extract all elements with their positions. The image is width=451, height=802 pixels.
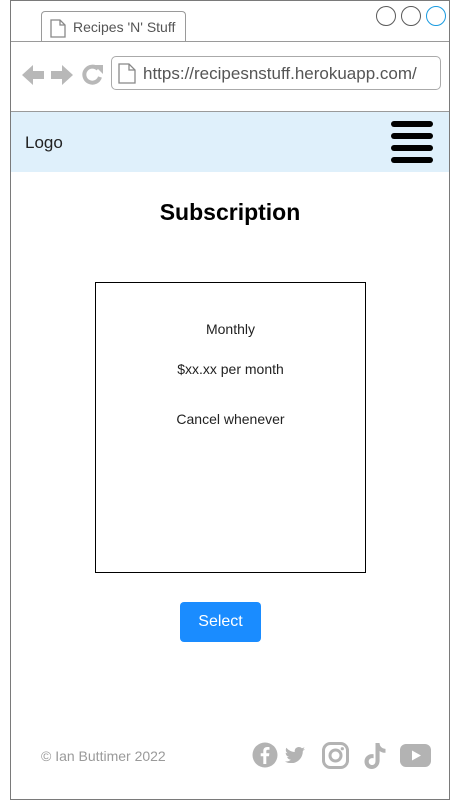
site-header: Logo — [11, 112, 449, 172]
address-bar[interactable]: https://recipesnstuff.herokuapp.com/ — [111, 56, 441, 90]
copyright-text: © Ian Buttimer 2022 — [41, 748, 166, 764]
maximize-window-button[interactable] — [401, 6, 421, 26]
forward-arrow-icon[interactable] — [50, 63, 74, 87]
tiktok-icon[interactable] — [363, 742, 387, 770]
browser-tab[interactable]: Recipes 'N' Stuff — [41, 11, 186, 41]
url-text: https://recipesnstuff.herokuapp.com/ — [143, 64, 417, 83]
subscription-plan-card: Monthly $xx.xx per month Cancel whenever — [95, 282, 366, 573]
minimize-window-button[interactable] — [376, 6, 396, 26]
hamburger-menu-icon[interactable] — [391, 121, 433, 163]
close-window-button[interactable] — [426, 6, 446, 26]
youtube-icon[interactable] — [400, 744, 431, 767]
facebook-icon[interactable] — [252, 742, 278, 768]
tab-bar: Recipes 'N' Stuff — [11, 1, 449, 42]
plan-price: $xx.xx per month — [177, 361, 284, 377]
page-title: Subscription — [159, 199, 301, 225]
plan-note: Cancel whenever — [176, 411, 285, 427]
twitter-icon[interactable] — [285, 747, 305, 763]
page-icon — [118, 63, 136, 84]
browser-window: Recipes 'N' Stuff https://recipesnstuff.… — [10, 0, 450, 800]
instagram-icon[interactable] — [322, 742, 349, 769]
select-button[interactable]: Select — [180, 602, 261, 642]
site-logo[interactable]: Logo — [25, 133, 63, 153]
reload-icon[interactable] — [81, 63, 104, 87]
back-arrow-icon[interactable] — [21, 63, 45, 87]
plan-name: Monthly — [205, 321, 256, 337]
browser-toolbar: https://recipesnstuff.herokuapp.com/ — [11, 42, 449, 112]
tab-title: Recipes 'N' Stuff — [73, 19, 176, 35]
page-icon — [50, 19, 66, 38]
